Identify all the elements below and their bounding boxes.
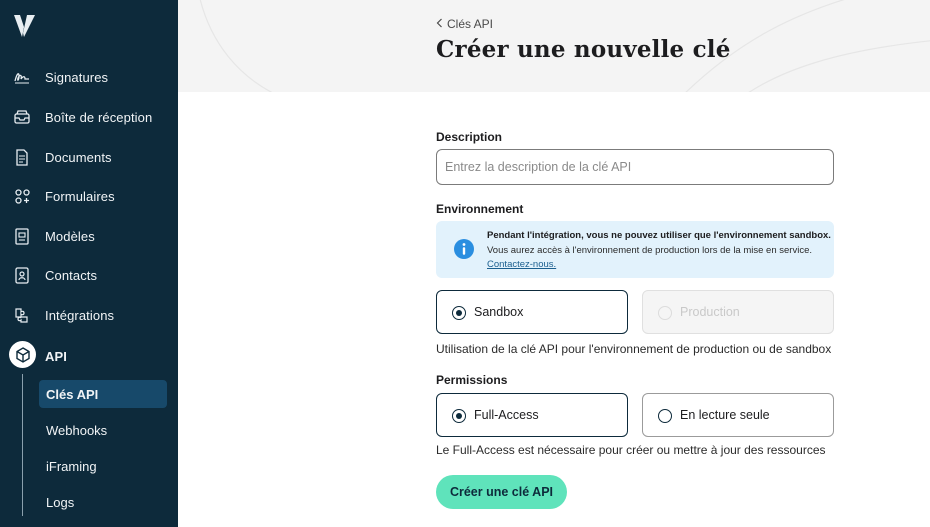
contact-us-link[interactable]: Contactez-nous. bbox=[487, 259, 556, 270]
contacts-icon bbox=[12, 266, 32, 284]
info-banner: Pendant l'intégration, vous ne pouvez ut… bbox=[436, 221, 834, 278]
info-text: Vous aurez accès à l'environnement de pr… bbox=[487, 245, 812, 256]
sidebar-item-label: Signatures bbox=[45, 69, 109, 85]
environment-hint: Utilisation de la clé API pour l'environ… bbox=[436, 342, 832, 356]
page-title: Créer une nouvelle clé bbox=[436, 36, 731, 63]
perm-option-read-only[interactable]: En lecture seule bbox=[642, 393, 834, 437]
radio-selected-icon bbox=[452, 409, 466, 423]
radio-label: En lecture seule bbox=[680, 408, 770, 422]
sidebar-item-documents[interactable]: Documents bbox=[0, 141, 178, 173]
info-icon bbox=[454, 239, 474, 259]
radio-empty-icon bbox=[658, 306, 672, 320]
api-icon bbox=[9, 341, 36, 368]
sidebar-item-label: Formulaires bbox=[45, 188, 115, 204]
radio-selected-icon bbox=[452, 306, 466, 320]
sidebar-item-templates[interactable]: Modèles bbox=[0, 220, 178, 252]
sidebar-item-api[interactable]: API bbox=[0, 340, 178, 372]
description-input[interactable] bbox=[436, 149, 834, 185]
sub-item-iframing[interactable]: iFraming bbox=[39, 452, 167, 480]
template-icon bbox=[12, 227, 32, 245]
inbox-icon bbox=[12, 108, 32, 126]
yousign-logo-icon[interactable] bbox=[13, 13, 37, 39]
create-api-key-button[interactable]: Créer une clé API bbox=[436, 475, 567, 509]
radio-empty-icon bbox=[658, 409, 672, 423]
sidebar-item-label: Intégrations bbox=[45, 307, 115, 323]
breadcrumb-label: Clés API bbox=[447, 17, 494, 31]
page-header: Clés API Créer une nouvelle clé bbox=[178, 0, 930, 92]
sidebar-item-signatures[interactable]: Signatures bbox=[0, 61, 178, 93]
permissions-label: Permissions bbox=[436, 373, 508, 387]
environment-label: Environnement bbox=[436, 202, 524, 216]
sidebar-item-label: Contacts bbox=[45, 267, 98, 283]
forms-icon bbox=[12, 187, 32, 205]
perm-option-full-access[interactable]: Full-Access bbox=[436, 393, 628, 437]
signature-icon bbox=[12, 68, 32, 86]
sidebar-item-contacts[interactable]: Contacts bbox=[0, 259, 178, 291]
sidebar-item-label: Documents bbox=[45, 149, 112, 165]
env-option-sandbox[interactable]: Sandbox bbox=[436, 290, 628, 334]
radio-label: Sandbox bbox=[474, 305, 524, 319]
permissions-hint: Le Full-Access est nécessaire pour créer… bbox=[436, 443, 826, 457]
sub-item-logs[interactable]: Logs bbox=[39, 488, 167, 516]
radio-label: Production bbox=[680, 305, 740, 319]
radio-label: Full-Access bbox=[474, 408, 539, 422]
sidebar-item-integrations[interactable]: Intégrations bbox=[0, 299, 178, 331]
description-label: Description bbox=[436, 130, 503, 144]
sub-item-api-keys[interactable]: Clés API bbox=[39, 380, 167, 408]
chevron-left-icon bbox=[436, 17, 443, 31]
breadcrumb[interactable]: Clés API bbox=[436, 17, 493, 31]
document-icon bbox=[12, 148, 32, 166]
sidebar-item-label: Modèles bbox=[45, 228, 95, 244]
sidebar-item-label: Boîte de réception bbox=[45, 109, 153, 125]
integrations-icon bbox=[12, 306, 32, 324]
sidebar-item-label: API bbox=[45, 348, 67, 364]
sidebar: Signatures Boîte de réception Documents … bbox=[0, 0, 178, 527]
submenu-divider bbox=[22, 374, 23, 516]
env-option-production: Production bbox=[642, 290, 834, 334]
sidebar-item-inbox[interactable]: Boîte de réception bbox=[0, 101, 178, 133]
sidebar-item-forms[interactable]: Formulaires bbox=[0, 180, 178, 212]
info-title: Pendant l'intégration, vous ne pouvez ut… bbox=[487, 230, 831, 241]
sub-item-webhooks[interactable]: Webhooks bbox=[39, 416, 167, 444]
